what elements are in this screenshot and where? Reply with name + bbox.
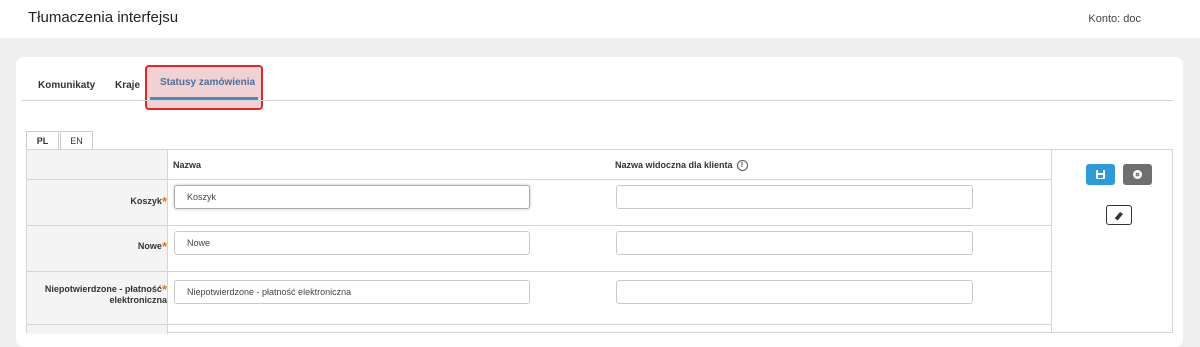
page-title: Tłumaczenia interfejsu [28,9,179,26]
name-input-niepotwierdzone[interactable] [174,280,530,304]
tab-divider [22,100,1173,101]
row-label-nowe: Nowe* [32,239,167,254]
account-label: Konto: doc [1088,13,1141,25]
row-separator [27,271,1052,272]
row-label-text: Koszyk [130,196,162,206]
row-label-text: Niepotwierdzone - płatność [44,284,162,294]
cancel-button[interactable] [1123,164,1152,185]
row-label-koszyk: Koszyk* [32,194,167,209]
info-icon[interactable]: ! [736,160,748,172]
row-separator [27,324,1052,325]
close-circle-icon [1133,170,1142,179]
column-header-nazwa-klienta: Nazwa widoczna dla klienta! [615,160,748,172]
save-icon [1096,170,1105,179]
row-label-text: Nowe [137,241,162,251]
client-name-input-koszyk[interactable] [616,185,973,209]
required-asterisk: * [161,239,167,254]
eraser-icon [1114,212,1123,221]
row-separator [27,225,1052,226]
column-header-nazwa: Nazwa [173,160,202,170]
row-labels-column: Koszyk* Nowe* Niepotwierdzone - płatność… [27,150,168,334]
tab-lang-en[interactable]: EN [60,131,93,149]
translations-table: Koszyk* Nowe* Niepotwierdzone - płatność… [26,149,1173,334]
client-name-input-nowe[interactable] [616,231,973,255]
row-separator [27,179,1052,180]
row-label-niepotwierdzone: Niepotwierdzone - płatność* elektroniczn… [32,283,167,306]
tab-kraje[interactable]: Kraje [115,80,140,91]
clear-button[interactable] [1106,205,1132,225]
name-input-nowe[interactable] [174,231,530,255]
row-label-text-line2: elektroniczna [109,295,167,305]
name-input-koszyk[interactable] [174,185,530,209]
top-bar: Tłumaczenia interfejsu Konto: doc [0,0,1200,38]
save-button[interactable] [1086,164,1115,185]
tab-komunikaty[interactable]: Komunikaty [38,80,95,91]
tab-lang-pl[interactable]: PL [26,131,59,149]
required-asterisk: * [161,194,167,209]
tab-statusy-zamowienia[interactable]: Statusy zamówienia [160,77,255,88]
client-name-input-niepotwierdzone[interactable] [616,280,973,304]
column-header-text: Nazwa widoczna dla klienta [615,160,733,170]
